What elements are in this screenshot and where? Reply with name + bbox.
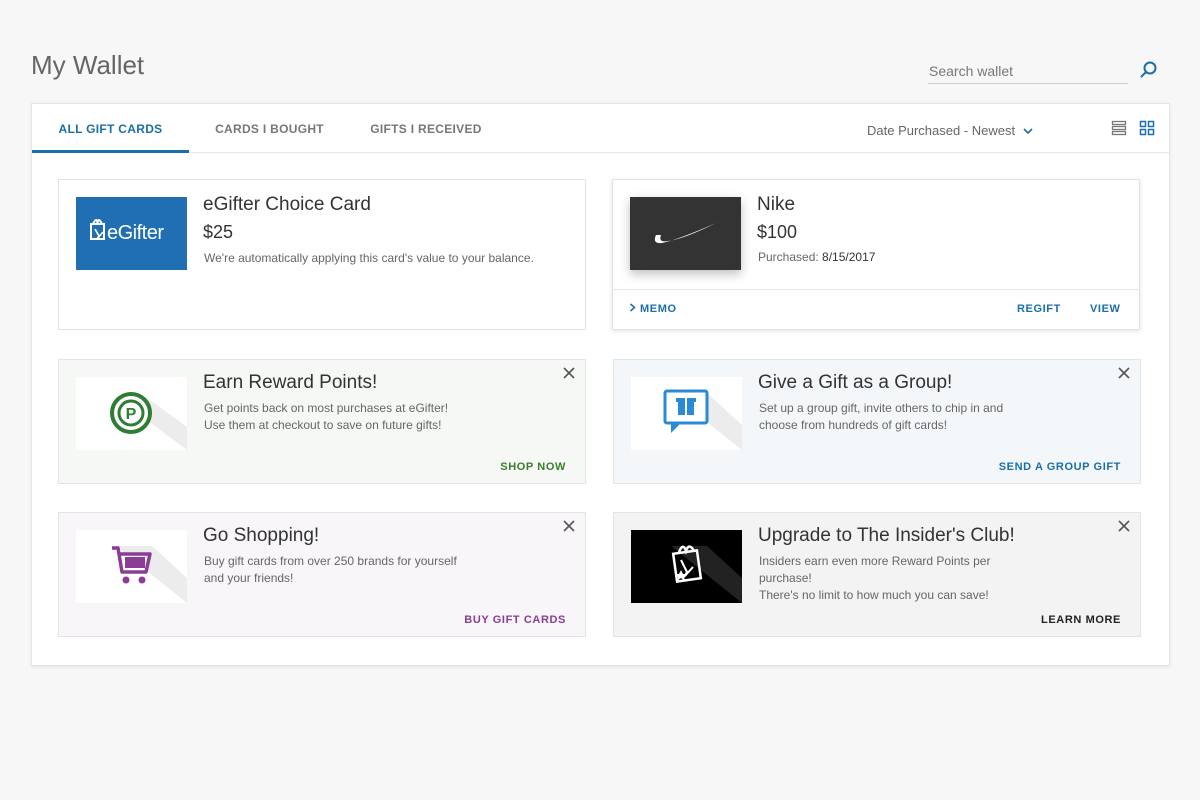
promo-desc-line: There's no limit to how much you can sav… <box>759 588 989 602</box>
page-title: My Wallet <box>31 50 145 80</box>
memo-button[interactable]: MEMO <box>629 303 677 315</box>
close-icon <box>563 366 575 379</box>
promo-desc-line: and your friends! <box>204 571 294 585</box>
promo-description: Set up a group gift, invite others to ch… <box>759 400 1039 434</box>
purchased-label: Purchased: <box>758 250 819 264</box>
close-promo-button[interactable] <box>1116 519 1132 535</box>
svg-text:P: P <box>126 406 137 423</box>
list-view-button[interactable] <box>1111 120 1129 138</box>
nike-swoosh-icon <box>654 223 716 244</box>
nike-logo <box>630 197 741 270</box>
close-icon <box>563 519 575 532</box>
card-title: Nike <box>757 194 796 215</box>
regift-button[interactable]: REGIFT <box>1017 303 1061 315</box>
egifter-logo-text: eGifter <box>107 222 164 244</box>
group-gift-icon <box>663 389 709 433</box>
buy-gift-cards-button[interactable]: BUY GIFT CARDS <box>464 614 566 626</box>
promo-title: Earn Reward Points! <box>203 372 378 393</box>
promo-thumbnail: P <box>76 377 187 450</box>
tab-bar: ALL GIFT CARDS CARDS I BOUGHT GIFTS I RE… <box>32 104 1169 153</box>
learn-more-button[interactable]: LEARN MORE <box>1041 614 1121 626</box>
close-promo-button[interactable] <box>561 366 577 382</box>
list-view-icon <box>1111 120 1127 136</box>
card-title: eGifter Choice Card <box>203 194 371 215</box>
search-icon <box>1140 61 1157 78</box>
promo-title: Give a Gift as a Group! <box>758 372 953 393</box>
promo-thumbnail <box>631 377 742 450</box>
promo-title: Go Shopping! <box>203 525 320 546</box>
promo-description: Get points back on most purchases at eGi… <box>204 400 484 434</box>
promo-desc-line: Use them at checkout to save on future g… <box>204 418 442 432</box>
shopping-cart-icon <box>112 546 152 584</box>
card-footer: MEMO REGIFT VIEW <box>613 289 1139 329</box>
promo-insiders-club: Upgrade to The Insider's Club! Insiders … <box>613 512 1141 637</box>
close-promo-button[interactable] <box>561 519 577 535</box>
promo-description: Insiders earn even more Reward Points pe… <box>759 553 1039 604</box>
shop-now-button[interactable]: SHOP NOW <box>500 461 566 473</box>
gift-card-nike[interactable]: Nike $100 Purchased: 8/15/2017 MEMO REGI… <box>612 179 1140 330</box>
purchased-date-value: 8/15/2017 <box>822 250 876 264</box>
search-bar <box>928 58 1158 86</box>
promo-desc-line: choose from hundreds of gift cards! <box>759 418 948 432</box>
card-description: We're automatically applying this card's… <box>204 251 534 265</box>
egifter-logo: eGifter <box>76 197 187 270</box>
tab-cards-i-bought[interactable]: CARDS I BOUGHT <box>202 104 337 153</box>
promo-desc-line: Set up a group gift, invite others to ch… <box>759 401 1004 415</box>
close-icon <box>1118 366 1130 379</box>
card-amount: $100 <box>757 222 798 242</box>
purchase-date: Purchased: 8/15/2017 <box>758 250 875 264</box>
send-group-gift-button[interactable]: SEND A GROUP GIFT <box>999 461 1121 473</box>
tab-gifts-i-received[interactable]: GIFTS I RECEIVED <box>362 104 490 153</box>
sort-dropdown[interactable]: Date Purchased - Newest <box>867 121 1033 139</box>
promo-thumbnail <box>631 530 742 603</box>
close-icon <box>1118 519 1130 532</box>
chevron-down-icon <box>1023 123 1033 138</box>
gift-card-egifter[interactable]: eGifter eGifter Choice Card $25 We're au… <box>58 179 586 330</box>
promo-go-shopping: Go Shopping! Buy gift cards from over 25… <box>58 512 586 637</box>
promo-group-gift: Give a Gift as a Group! Set up a group g… <box>613 359 1141 484</box>
grid-view-icon <box>1139 120 1155 136</box>
chevron-right-icon <box>630 303 636 312</box>
tab-all-gift-cards[interactable]: ALL GIFT CARDS <box>32 104 189 153</box>
wallet-panel: ALL GIFT CARDS CARDS I BOUGHT GIFTS I RE… <box>31 103 1170 666</box>
promo-description: Buy gift cards from over 250 brands for … <box>204 553 484 587</box>
promo-title: Upgrade to The Insider's Club! <box>758 525 1015 546</box>
close-promo-button[interactable] <box>1116 366 1132 382</box>
promo-desc-line: Insiders earn even more Reward Points pe… <box>759 554 991 585</box>
memo-label: MEMO <box>640 303 677 315</box>
promo-thumbnail <box>76 530 187 603</box>
view-button[interactable]: VIEW <box>1090 303 1121 315</box>
search-input[interactable] <box>928 58 1128 84</box>
promo-desc-line: Get points back on most purchases at eGi… <box>204 401 449 415</box>
promo-reward-points: P Earn Reward Points! Get points back on… <box>58 359 586 484</box>
sort-dropdown-label: Date Purchased - Newest <box>867 122 1016 138</box>
card-amount: $25 <box>203 222 234 242</box>
grid-view-button[interactable] <box>1139 120 1157 138</box>
search-button[interactable] <box>1138 60 1160 82</box>
promo-desc-line: Buy gift cards from over 250 brands for … <box>204 554 457 568</box>
